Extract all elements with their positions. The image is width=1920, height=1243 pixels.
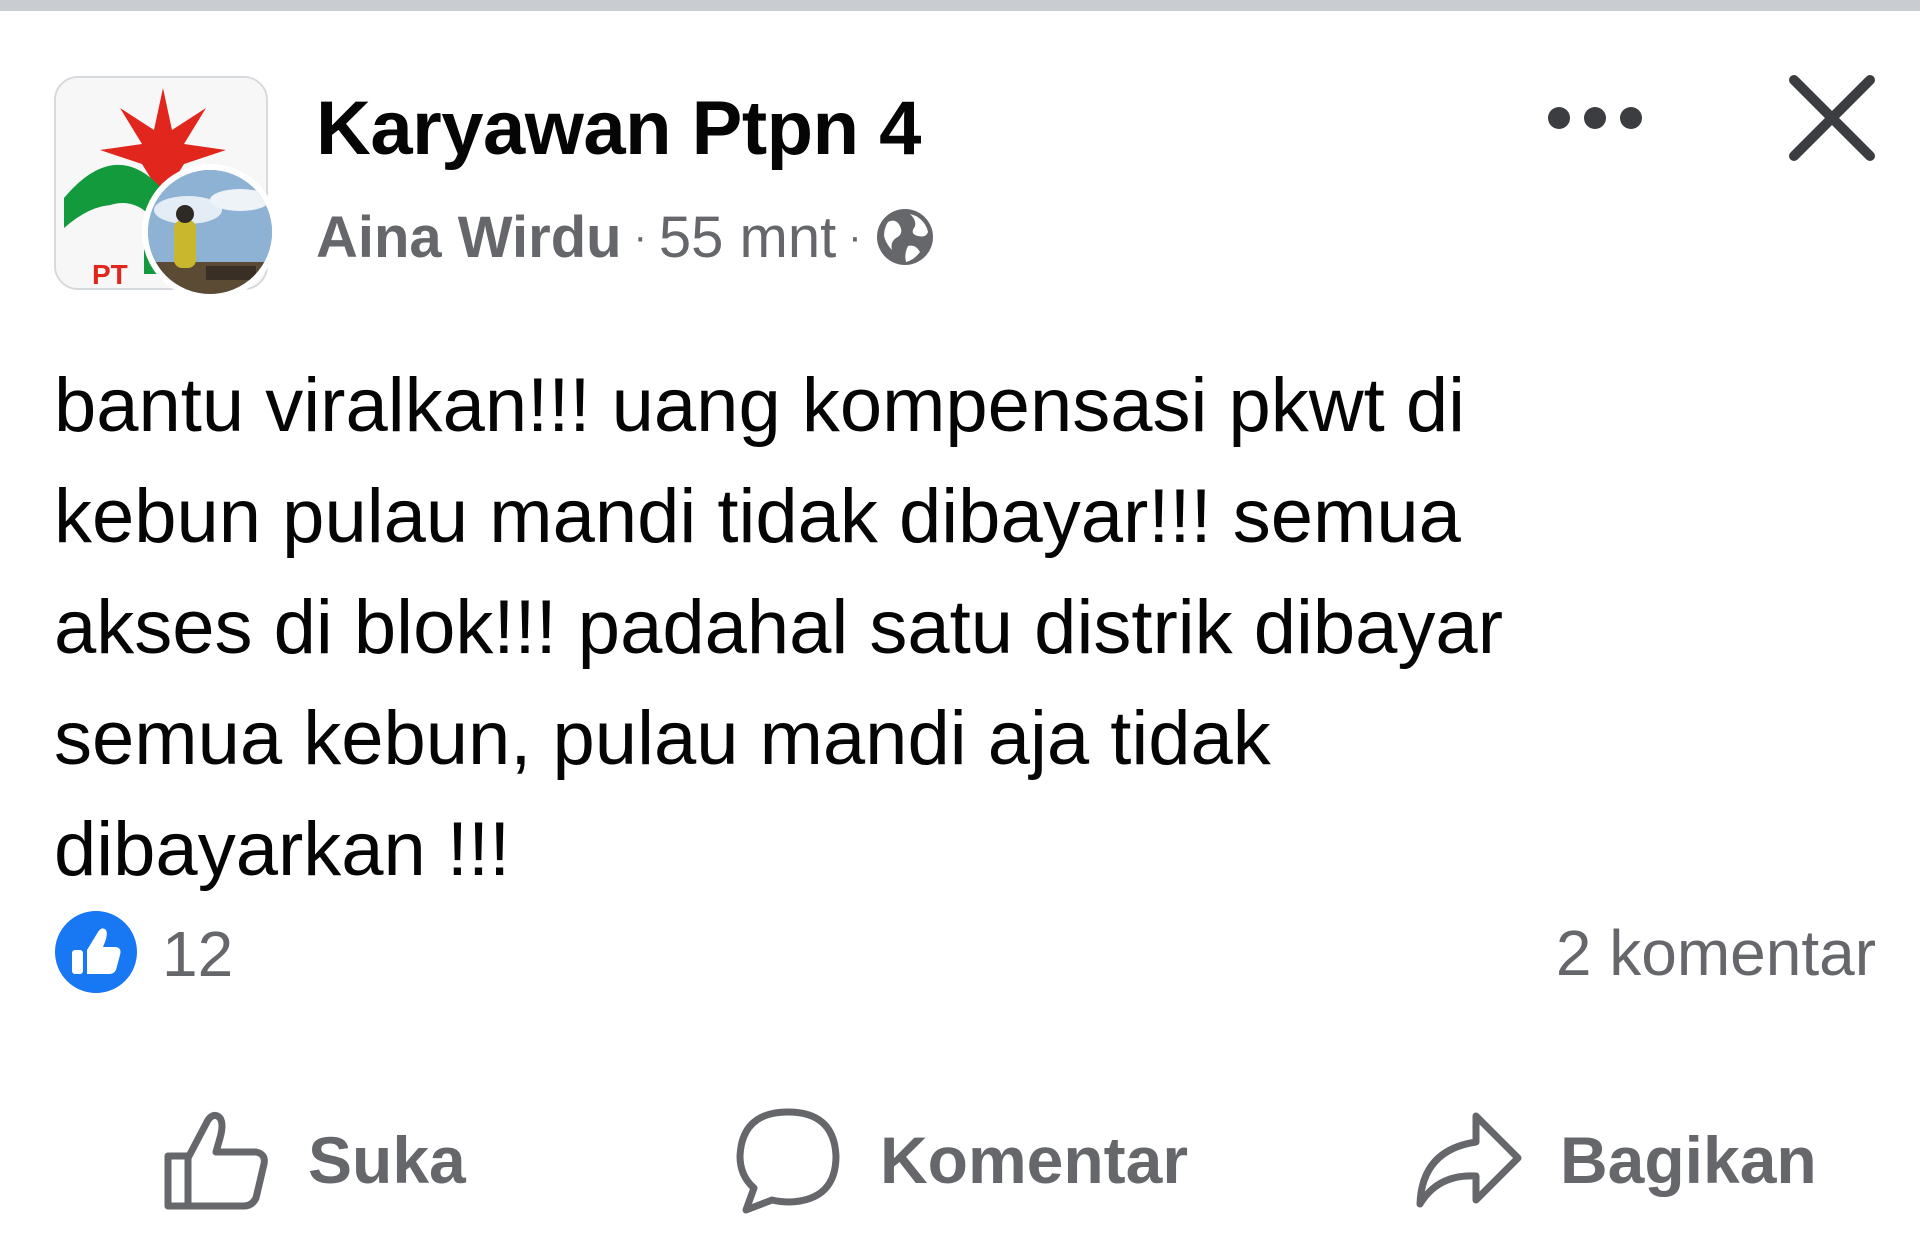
action-bar: Suka Komentar Bagikan [0,1090,1920,1230]
more-dot [1548,107,1570,129]
more-dot [1620,107,1642,129]
comments-count-link[interactable]: 2 komentar [1556,916,1876,990]
post-timestamp-link[interactable]: 55 mnt [659,204,836,271]
close-button[interactable] [1782,68,1882,168]
share-arrow-icon [1416,1112,1522,1208]
more-dot [1584,107,1606,129]
post-avatar-group[interactable]: PT [54,76,279,301]
close-icon [1789,75,1875,161]
meta-separator: · [633,214,647,259]
like-button[interactable]: Suka [162,1090,466,1230]
meta-separator: · [848,214,862,259]
comment-button[interactable]: Komentar [734,1090,1188,1230]
user-avatar[interactable] [142,164,278,300]
reaction-count: 12 [162,918,234,990]
share-button[interactable]: Bagikan [1414,1090,1817,1230]
like-reaction-icon [52,908,140,1001]
comment-bubble-icon [736,1108,840,1214]
post-body-text: bantu viralkan!!! uang kompensasi pkwt d… [54,363,1504,892]
thumbs-up-icon [164,1111,268,1210]
globe-icon [874,206,936,268]
logo-lettering: PT [92,259,128,290]
user-photo [148,170,272,294]
group-name-link[interactable]: Karyawan Ptpn 4 [316,88,921,170]
reaction-summary[interactable]: 12 [52,908,233,1000]
share-label: Bagikan [1560,1123,1817,1197]
comment-label: Komentar [880,1123,1189,1197]
post-card: PT Karyawan Ptpn 4 Aina Wirdu · 55 mnt · [0,0,1920,1243]
post-meta: Aina Wirdu · 55 mnt · [316,204,936,270]
like-label: Suka [308,1123,466,1197]
author-name-link[interactable]: Aina Wirdu [316,204,622,271]
more-options-button[interactable] [1540,90,1650,146]
